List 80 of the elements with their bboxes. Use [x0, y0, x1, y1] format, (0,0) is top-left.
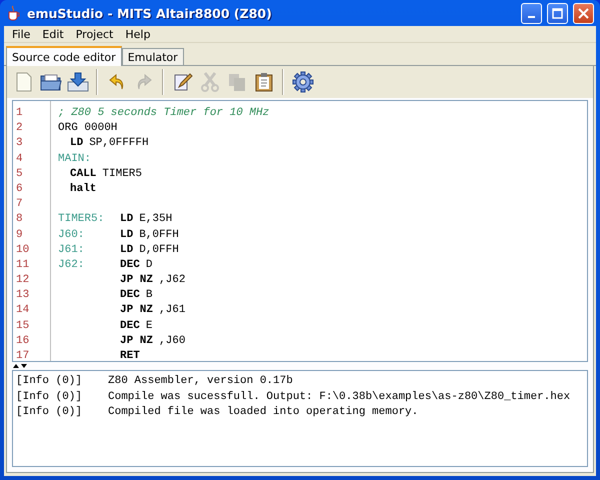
toolbar-button[interactable] — [290, 69, 315, 95]
coffee-cup-icon — [6, 5, 22, 21]
code-label: J62: — [58, 258, 86, 273]
log-message: Z80 Assembler, version 0.17b — [108, 374, 293, 389]
code-label: MAIN: — [58, 152, 92, 167]
log-source: [Info (0)] — [16, 374, 84, 389]
code-keyword: DEC — [120, 258, 140, 273]
code-keyword: LD — [120, 212, 134, 228]
code-keyword: CALL — [70, 166, 96, 182]
code-operand: B — [146, 288, 152, 304]
folder-icon — [40, 72, 62, 92]
undo-icon — [108, 73, 126, 91]
line-number: 10 — [16, 242, 30, 258]
code-keyword: LD — [70, 136, 84, 152]
code-keyword: halt — [70, 182, 96, 197]
log-source: [Info (0)] — [16, 390, 84, 404]
split-arrows-icon — [13, 363, 27, 369]
code-keyword: JP NZ — [120, 334, 154, 349]
line-number: 16 — [16, 334, 30, 349]
code-keyword: DEC — [120, 318, 140, 334]
line-number: 14 — [16, 303, 30, 318]
copy-icon — [226, 72, 246, 92]
code-operand: D — [146, 258, 152, 273]
close-icon — [578, 8, 589, 18]
tray-arrow-icon — [66, 72, 88, 92]
line-number: 4 — [16, 152, 24, 167]
code-label: TIMER5: — [58, 212, 106, 228]
line-number: 9 — [16, 228, 24, 242]
code-keyword: LD — [120, 242, 134, 258]
code-operand: ,J62 — [159, 273, 186, 288]
code-comment: ; Z80 5 seconds Timer for 10 MHz — [58, 106, 270, 121]
code-operand: E — [146, 318, 152, 334]
close-button[interactable] — [573, 2, 594, 24]
line-number: 1 — [16, 106, 24, 121]
code-operand: SP,0FFFFH — [89, 136, 149, 152]
line-number: 15 — [16, 318, 30, 334]
menu-item[interactable]: Help — [119, 28, 156, 40]
minimize-icon — [528, 16, 535, 18]
code-keyword: LD — [120, 228, 134, 242]
page-pencil-icon — [172, 72, 192, 92]
line-number: 7 — [16, 197, 24, 212]
code-operand: ,J60 — [159, 334, 186, 349]
minimize-button[interactable] — [521, 2, 542, 24]
menu-item[interactable]: Edit — [36, 28, 70, 40]
menu-item[interactable]: Project — [70, 28, 120, 40]
code-keyword: DEC — [120, 288, 140, 304]
code-operand: B,0FFH — [139, 228, 179, 242]
log-message: Compiled file was loaded into operating memory. — [108, 405, 418, 420]
line-number: 12 — [16, 273, 30, 288]
code-keyword: JP NZ — [120, 303, 154, 318]
line-number: 6 — [16, 182, 24, 197]
log-source: [Info (0)] — [16, 405, 84, 420]
clipboard-icon — [254, 72, 272, 92]
line-number: 17 — [16, 349, 30, 364]
code-keyword: RET — [120, 349, 140, 364]
tab[interactable]: Emulator — [122, 48, 184, 65]
code-operand: D,0FFH — [139, 242, 179, 258]
code-label: J60: — [58, 228, 86, 242]
line-number: 8 — [16, 212, 24, 228]
tab[interactable]: Source code editor — [6, 46, 122, 66]
code-label: J61: — [58, 242, 86, 258]
code-operand: E,35H — [139, 212, 172, 228]
log-message: Compile was sucessfull. Output: F:\0.38b\examples\as-z80\Z80_timer.hex — [108, 390, 570, 404]
maximize-button[interactable] — [547, 2, 568, 24]
maximize-icon — [552, 8, 563, 18]
code-keyword: JP NZ — [120, 273, 154, 288]
code-editor[interactable] — [12, 100, 588, 362]
line-number: 3 — [16, 136, 24, 152]
code-operand: ,J61 — [159, 303, 186, 318]
line-number: 11 — [16, 258, 30, 273]
code-directive: ORG 0000H — [58, 121, 118, 136]
line-number: 13 — [16, 288, 30, 304]
line-number: 2 — [16, 121, 24, 136]
gear-icon — [292, 71, 314, 93]
line-number: 5 — [16, 166, 24, 182]
scissors-icon — [200, 72, 218, 92]
blank-page-icon — [14, 72, 32, 92]
window-title: emuStudio - MITS Altair8800 (Z80) — [27, 6, 273, 20]
code-operand: TIMER5 — [102, 166, 142, 182]
menu-item[interactable]: File — [6, 28, 36, 40]
